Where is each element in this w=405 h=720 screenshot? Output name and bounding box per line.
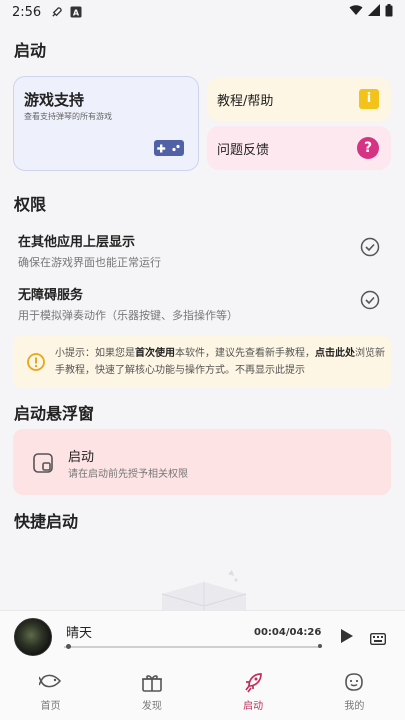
gamepad-icon <box>154 139 184 161</box>
permission-desc: 用于模拟弹奏动作（乐器按键、多指操作等） <box>18 309 238 322</box>
smile-face-icon <box>345 673 364 691</box>
rocket-status-icon <box>49 5 63 19</box>
status-right <box>349 3 393 21</box>
warning-circle-icon <box>27 353 45 375</box>
tip-banner[interactable]: 小提示：如果您是首次使用本软件，建议先查看新手教程，点击此处浏览新手教程，快速了… <box>13 336 391 388</box>
tab-home[interactable]: 首页 <box>0 660 101 720</box>
game-support-card[interactable]: 游戏支持 查看支持弹琴的所有游戏 <box>13 76 199 171</box>
empty-box-icon <box>158 568 250 616</box>
tip-bold-first-use: 首次使用 <box>135 348 175 359</box>
floating-window-title: 启动 <box>68 450 95 465</box>
keyboard-icon[interactable] <box>369 630 387 649</box>
progress-track[interactable] <box>64 646 320 648</box>
tab-label: 发现 <box>141 701 162 712</box>
floating-window-icon <box>33 453 53 477</box>
mini-player[interactable]: 晴天 00:04/04:26 <box>0 610 405 660</box>
bottom-tab-bar: 首页 发现 启动 我的 <box>0 660 405 720</box>
fish-icon <box>38 674 61 688</box>
info-icon: i <box>359 89 379 109</box>
floating-window-heading: 启动悬浮窗 <box>14 404 95 423</box>
quick-launch-heading: 快捷启动 <box>14 512 79 531</box>
progress-end-dot <box>318 644 322 648</box>
check-circle-icon[interactable] <box>360 237 380 261</box>
launch-floating-window-button[interactable]: 启动 请在启动前先授予相关权限 <box>13 429 391 495</box>
playback-time: 00:04/04:26 <box>254 627 322 638</box>
page-title: 启动 <box>14 41 47 60</box>
battery-icon <box>385 3 393 21</box>
play-icon[interactable] <box>340 628 354 648</box>
game-support-title: 游戏支持 <box>24 91 85 109</box>
permission-title: 无障碍服务 <box>18 288 84 303</box>
game-support-subtitle: 查看支持弹琴的所有游戏 <box>24 112 112 121</box>
tab-mine[interactable]: 我的 <box>304 660 405 720</box>
question-icon: ? <box>357 137 379 159</box>
tab-label: 我的 <box>344 701 365 712</box>
status-bar: 2:56 A <box>0 0 405 24</box>
tab-launch[interactable]: 启动 <box>203 660 304 720</box>
permission-accessibility-item[interactable]: 无障碍服务 用于模拟弹奏动作（乐器按键、多指操作等） <box>18 284 388 324</box>
tip-text: 小提示：如果您是首次使用本软件，建议先查看新手教程，点击此处浏览新手教程，快速了… <box>55 345 385 379</box>
tip-text-part: 本软件，建议先查看新手教程， <box>175 348 315 359</box>
feedback-card[interactable]: 问题反馈 ? <box>207 126 391 170</box>
permission-desc: 确保在游戏界面也能正常运行 <box>18 256 161 269</box>
check-circle-icon[interactable] <box>360 290 380 314</box>
signal-icon <box>368 4 380 20</box>
song-title: 晴天 <box>66 626 93 641</box>
feedback-label: 问题反馈 <box>217 143 270 158</box>
tip-text-part: 小提示：如果您是 <box>55 348 135 359</box>
album-cover[interactable] <box>14 618 52 656</box>
help-label: 教程/帮助 <box>217 94 274 109</box>
svg-text:A: A <box>73 9 80 18</box>
tab-label: 启动 <box>243 701 264 712</box>
help-card[interactable]: 教程/帮助 i <box>207 77 391 121</box>
permissions-heading: 权限 <box>14 195 47 214</box>
tab-label: 首页 <box>40 701 61 712</box>
wifi-icon <box>349 4 363 20</box>
permission-title: 在其他应用上层显示 <box>18 235 136 250</box>
status-time: 2:56 <box>12 4 42 20</box>
floating-window-desc: 请在启动前先授予相关权限 <box>68 469 188 480</box>
rocket-icon <box>245 673 262 693</box>
text-a-icon: A <box>69 5 83 19</box>
tab-discover[interactable]: 发现 <box>101 660 202 720</box>
tip-click-here-link[interactable]: 点击此处 <box>315 348 355 359</box>
permission-overlay-item[interactable]: 在其他应用上层显示 确保在游戏界面也能正常运行 <box>18 231 388 271</box>
progress-thumb[interactable] <box>66 644 72 649</box>
gift-icon <box>141 675 162 692</box>
